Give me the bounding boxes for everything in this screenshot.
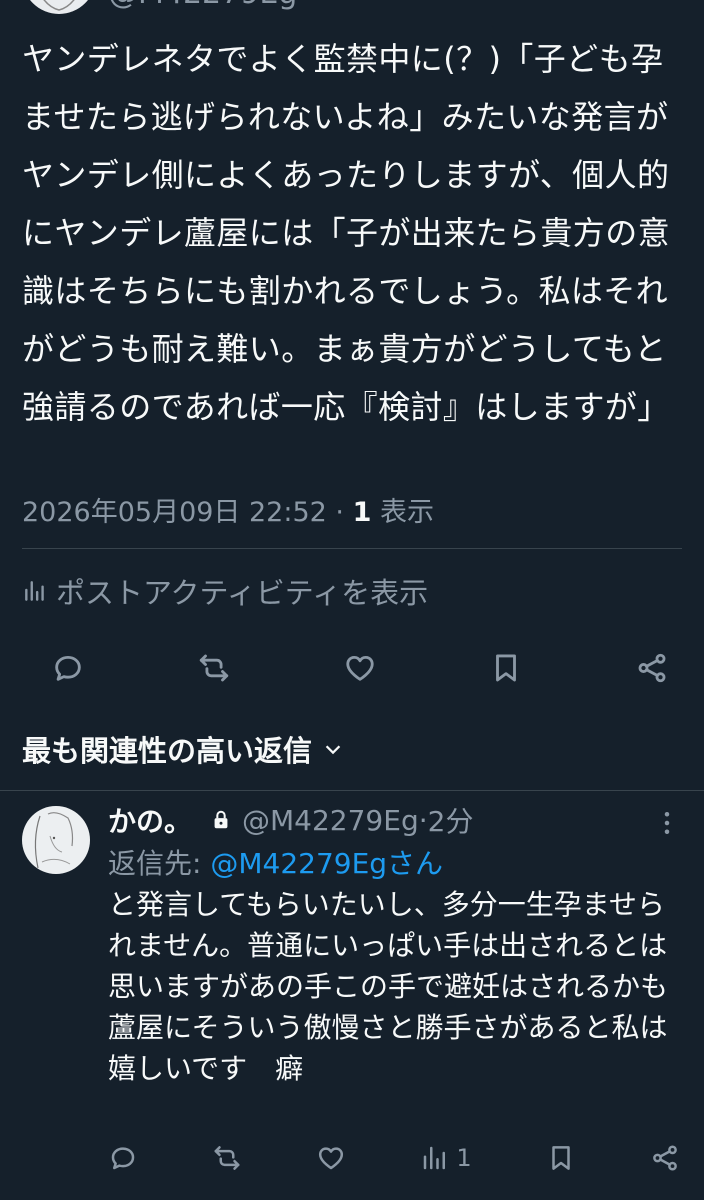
bookmark-icon: [496, 654, 516, 682]
like-icon: [346, 655, 374, 681]
author-handle[interactable]: @M42279Eg: [108, 0, 297, 11]
reply-time[interactable]: 2分: [428, 800, 474, 840]
retweet-icon: [214, 1146, 240, 1170]
reply-sort-label: 最も関連性の高い返信: [22, 734, 313, 768]
reply-icon: [111, 1147, 135, 1170]
post-meta: 2026年05月09日 22:52 · 1 表示: [22, 490, 434, 529]
views-label: 表示: [371, 497, 434, 528]
reply-text: と発言してもらいたいし、多分一生孕ませられません。普通にいっぱい手は出されるとは…: [108, 888, 669, 1085]
reply-to-label: 返信先:: [108, 847, 211, 880]
views-button[interactable]: 1: [420, 1143, 472, 1173]
post-actions: [40, 640, 680, 696]
avatar[interactable]: [22, 0, 96, 14]
reply-actions: 1: [108, 1136, 680, 1180]
previous-header: @M42279Eg: [0, 0, 704, 20]
repost-button[interactable]: [212, 1143, 242, 1173]
chart-icon: [424, 1146, 446, 1170]
share-button[interactable]: [624, 640, 680, 696]
like-button[interactable]: [316, 1143, 346, 1173]
post-timestamp[interactable]: 2026年05月09日 22:52: [22, 497, 327, 528]
more-icon[interactable]: [652, 808, 682, 838]
retweet-icon: [199, 654, 229, 682]
chart-icon: [25, 581, 44, 601]
reply-to-link[interactable]: @M42279Egさん: [210, 847, 443, 880]
share-icon: [638, 653, 666, 683]
reply-author-name[interactable]: かの。: [108, 800, 192, 840]
meta-separator: ·: [326, 497, 353, 528]
reply-to-line: 返信先: @M42279Egさん: [108, 842, 443, 882]
reply-header: かの。 @M42279Eg · 2分: [108, 800, 473, 840]
post-activity-link[interactable]: ポストアクティビティを表示: [22, 570, 428, 612]
reply-button[interactable]: [108, 1143, 138, 1173]
lock-icon: [214, 810, 228, 829]
bookmark-button[interactable]: [478, 640, 534, 696]
divider: [0, 790, 704, 791]
repost-button[interactable]: [186, 640, 242, 696]
like-button[interactable]: [332, 640, 388, 696]
avatar[interactable]: [22, 806, 90, 874]
reply-sort-selector[interactable]: 最も関連性の高い返信: [22, 728, 344, 770]
meta-separator: ·: [418, 803, 428, 837]
post-text: ヤンデレネタでよく監禁中に(？)「子ども孕ませたら逃げられないよね」みたいな発言…: [22, 40, 671, 426]
reply-author-handle[interactable]: @M42279Eg: [242, 804, 419, 837]
chevron-down-icon: [325, 745, 341, 755]
divider: [22, 548, 682, 549]
reply-button[interactable]: [40, 640, 96, 696]
bookmark-button[interactable]: [546, 1143, 576, 1173]
reply-icon: [55, 655, 81, 681]
bookmark-icon: [552, 1146, 570, 1170]
reply-views-count: 1: [456, 1144, 472, 1172]
like-icon: [319, 1147, 344, 1170]
share-button[interactable]: [650, 1143, 680, 1173]
post-activity-label: ポストアクティビティを表示: [56, 576, 429, 610]
share-icon: [653, 1145, 677, 1171]
views-count: 1: [352, 497, 372, 528]
